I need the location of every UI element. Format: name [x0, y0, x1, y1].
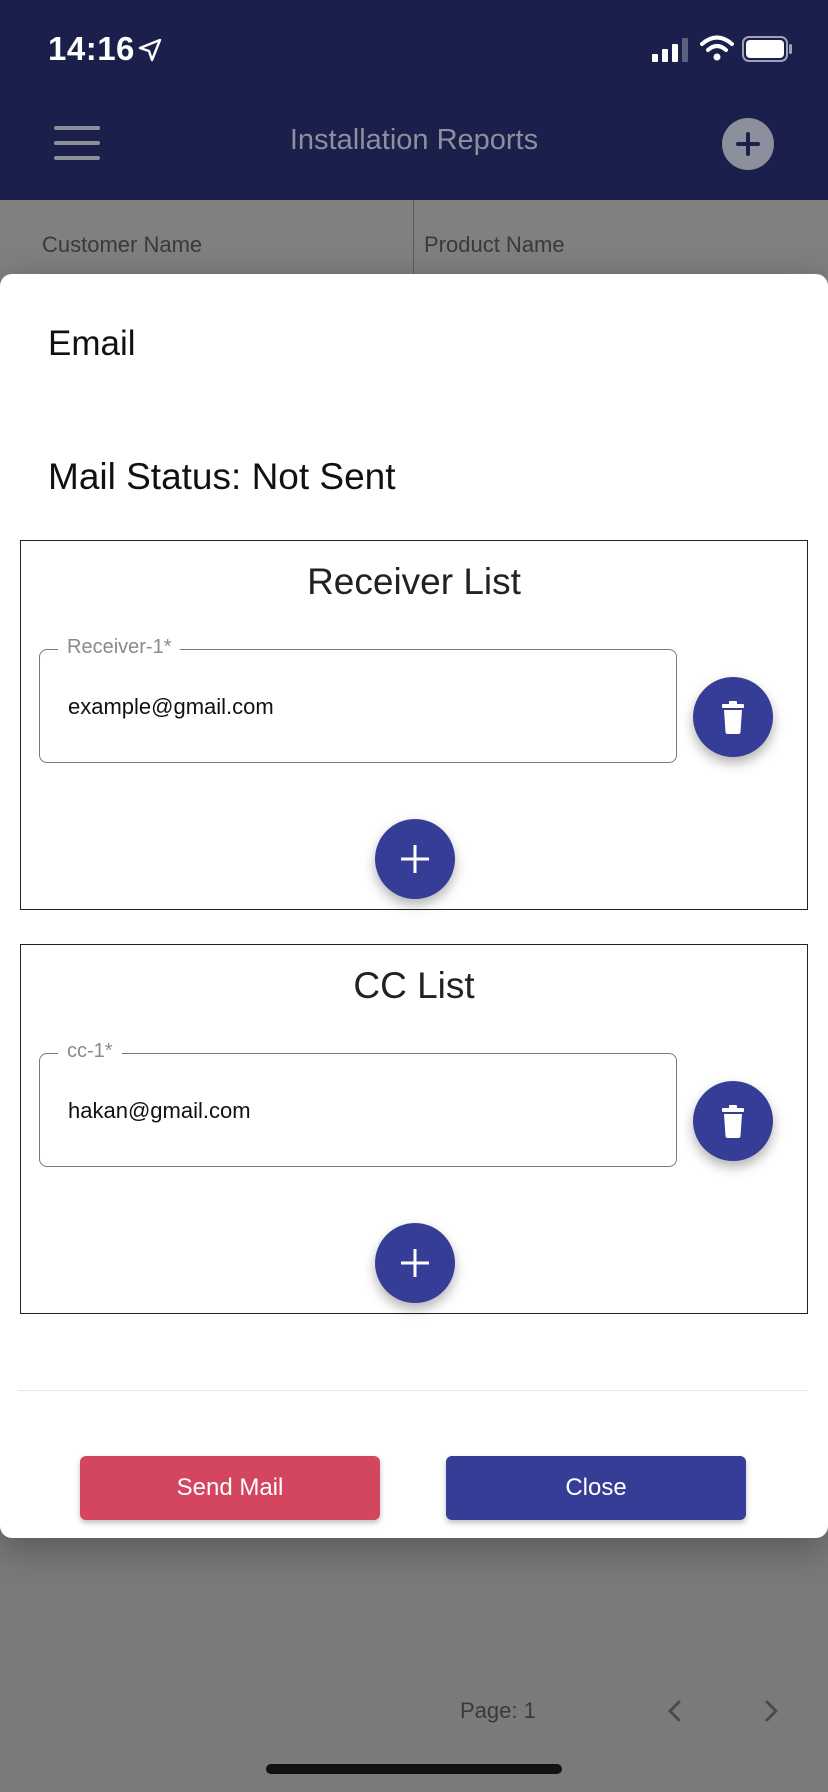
column-customer-name[interactable]: Customer Name — [42, 232, 202, 258]
page-label: Page: 1 — [460, 1698, 536, 1723]
status-time: 14:16 — [48, 30, 135, 67]
email-dialog: Email Mail Status: Not Sent Receiver Lis… — [0, 274, 828, 1538]
chevron-left-icon[interactable] — [660, 1696, 690, 1726]
dialog-title: Email — [48, 324, 136, 363]
chevron-right-icon[interactable] — [756, 1696, 786, 1726]
receiver-list-title: Receiver List — [307, 561, 521, 602]
cc-list-title: CC List — [353, 965, 475, 1006]
mail-status: Mail Status: Not Sent — [48, 456, 396, 497]
column-divider — [413, 200, 414, 280]
plus-icon — [401, 1249, 429, 1277]
status-bar: 14:16 — [0, 0, 828, 100]
app-bar: Installation Reports — [0, 100, 828, 200]
add-circle-icon[interactable] — [722, 118, 774, 170]
wifi-icon — [700, 35, 734, 61]
pagination: Page: 1 — [0, 1690, 828, 1730]
cc-list: CC List cc-1* — [20, 944, 808, 1314]
home-indicator — [266, 1764, 562, 1774]
receiver-list: Receiver List Receiver-1* — [20, 540, 808, 910]
divider — [18, 1390, 808, 1391]
plus-icon — [401, 845, 429, 873]
send-mail-button[interactable]: Send Mail — [80, 1456, 380, 1520]
cc-field-label: cc-1* — [58, 1040, 122, 1063]
receiver-email-input[interactable] — [68, 694, 628, 720]
column-product-name[interactable]: Product Name — [424, 232, 565, 258]
table-header: Customer Name Product Name — [0, 200, 828, 280]
cc-email-input[interactable] — [68, 1098, 628, 1124]
add-cc-button[interactable] — [375, 1223, 455, 1303]
close-button[interactable]: Close — [446, 1456, 746, 1520]
receiver-field[interactable]: Receiver-1* — [39, 636, 677, 763]
trash-icon — [722, 1105, 744, 1138]
trash-icon — [722, 701, 744, 734]
app-title: Installation Reports — [289, 124, 539, 156]
signal-icon — [652, 38, 688, 62]
receiver-field-label: Receiver-1* — [58, 636, 181, 659]
delete-cc-button[interactable] — [693, 1081, 773, 1161]
battery-icon — [742, 36, 792, 62]
add-receiver-button[interactable] — [375, 819, 455, 899]
delete-receiver-button[interactable] — [693, 677, 773, 757]
cc-field[interactable]: cc-1* — [39, 1040, 677, 1167]
location-arrow-icon — [138, 38, 162, 62]
